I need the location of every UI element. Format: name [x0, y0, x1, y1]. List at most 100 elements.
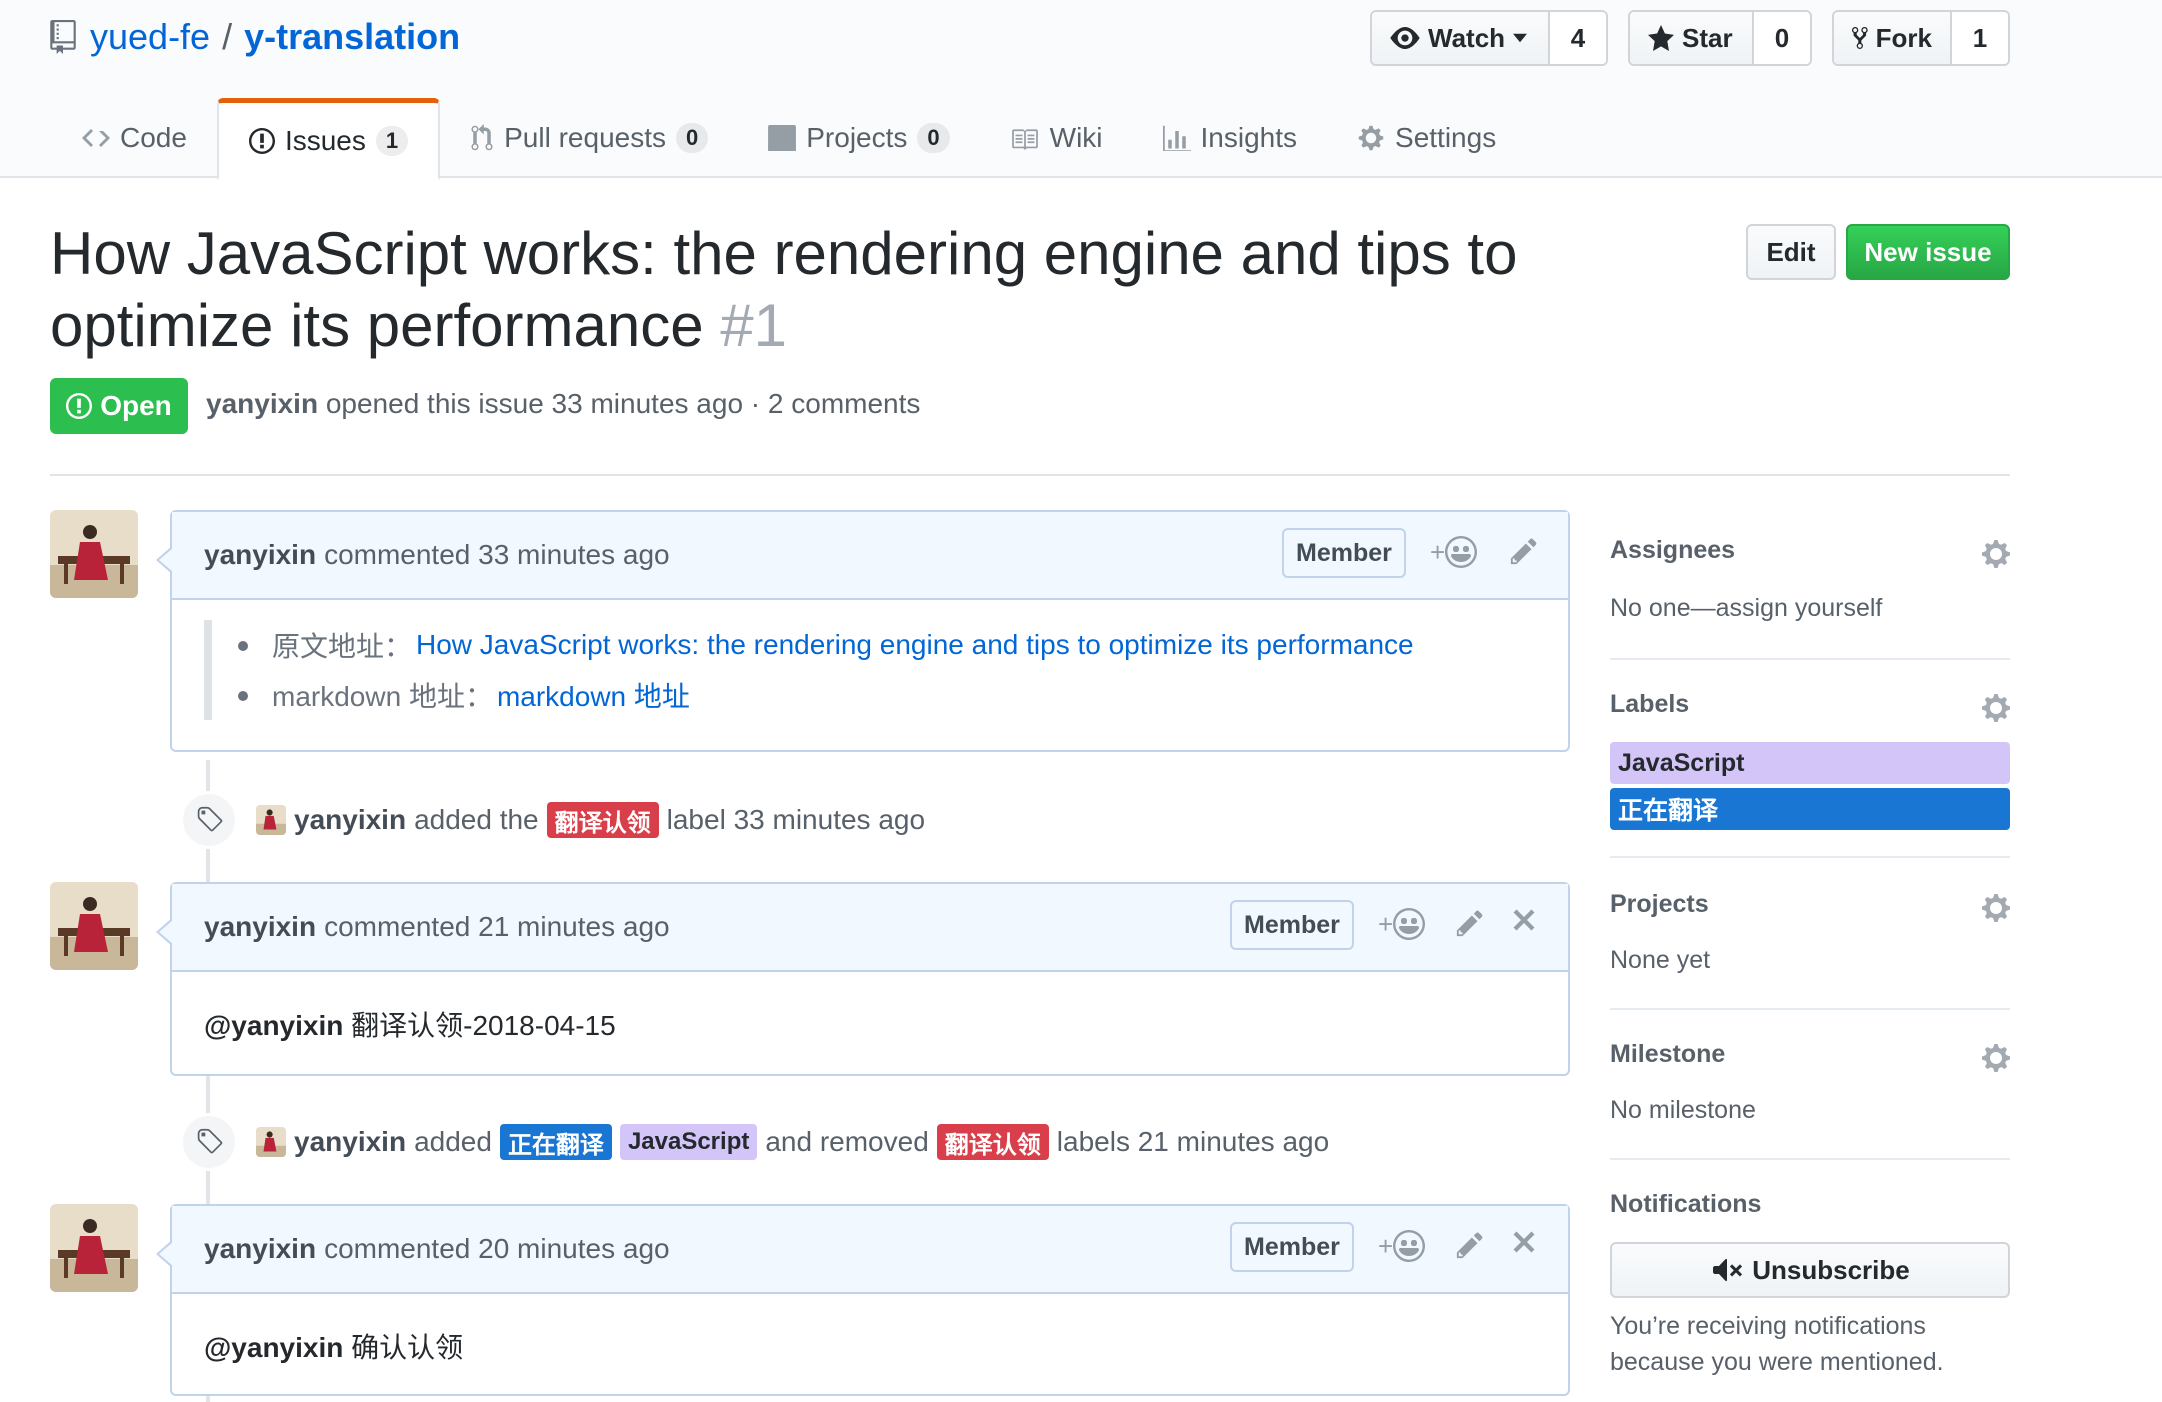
unsubscribe-button[interactable]: Unsubscribe [1610, 1242, 2010, 1298]
gear-icon[interactable] [1982, 1042, 2010, 1074]
gear-icon[interactable] [1982, 538, 2010, 570]
pencil-icon [1456, 910, 1483, 937]
avatar-image [50, 510, 138, 598]
repo-name-link[interactable]: y-translation [244, 16, 460, 58]
watch-count[interactable]: 4 [1550, 12, 1606, 64]
blockquote: 原文地址： How JavaScript works: the renderin… [204, 620, 1536, 720]
comment: yanyixin commented 20 minutes ago Member… [156, 1204, 1570, 1396]
label-badge[interactable]: JavaScript [619, 1124, 758, 1160]
avatar[interactable] [50, 510, 138, 598]
tab-projects[interactable]: Projects 0 [738, 98, 979, 178]
fork-action: Fork 1 [1832, 10, 2010, 66]
tab-wiki[interactable]: Wiki [980, 98, 1133, 178]
fork-button[interactable]: Fork [1834, 12, 1952, 64]
eye-icon [1390, 27, 1420, 49]
smiley-icon [1393, 1230, 1426, 1262]
comment-author-link[interactable]: yanyixin [204, 539, 316, 571]
add-reaction-button[interactable]: + [1430, 536, 1478, 568]
mute-icon [1713, 1258, 1743, 1282]
milestone-value: No milestone [1610, 1096, 1756, 1124]
comment-header: yanyixin commented 33 minutes ago Member… [156, 512, 1568, 600]
label-badge[interactable]: 正在翻译 [499, 1124, 612, 1160]
issue-author-link[interactable]: yanyixin [206, 388, 318, 419]
notification-reason: You’re receiving notifications because y… [1610, 1308, 2010, 1380]
original-article-link[interactable]: How JavaScript works: the rendering engi… [416, 629, 1414, 661]
issue-meta: yanyixin opened this issue 33 minutes ag… [206, 388, 920, 420]
book-icon [1011, 129, 1038, 150]
edit-comment-button[interactable] [1456, 908, 1484, 938]
issue-number: #1 [720, 292, 788, 359]
watch-label: Watch [1428, 22, 1506, 53]
timeline-event: yanyixin added the 翻译认领 label 33 minutes… [180, 790, 925, 850]
close-icon [1513, 909, 1535, 931]
pull-requests-counter: 0 [676, 123, 709, 153]
add-reaction-button[interactable]: + [1378, 1230, 1426, 1262]
gear-icon[interactable] [1982, 692, 2010, 724]
repo-nav: Code Issues 1 Pull requests 0 Projects 0… [60, 98, 1526, 180]
sidebar-labels: Labels JavaScript 正在翻译 [1610, 690, 2010, 858]
repo-owner-link[interactable]: yued-fe [90, 16, 210, 58]
caret-down-icon [1513, 33, 1528, 43]
delete-comment-button[interactable] [1512, 1230, 1536, 1254]
tab-insights[interactable]: Insights [1133, 98, 1328, 178]
avatar[interactable] [256, 1127, 286, 1157]
sidebar-label-translating[interactable]: 正在翻译 [1610, 788, 2010, 830]
issue-opened-icon [248, 127, 275, 154]
label-badge[interactable]: 翻译认领 [936, 1124, 1049, 1160]
issues-counter: 1 [375, 125, 409, 156]
tab-pull-requests[interactable]: Pull requests 0 [440, 98, 738, 178]
event-time[interactable]: label 33 minutes ago [667, 804, 925, 836]
avatar[interactable] [256, 805, 286, 835]
add-reaction-button[interactable]: + [1378, 908, 1426, 940]
tag-icon [197, 1128, 223, 1154]
star-action: Star 0 [1628, 10, 1812, 66]
event-actor-link[interactable]: yanyixin [294, 1126, 406, 1158]
tab-wiki-label: Wiki [1049, 122, 1103, 153]
comment-timestamp[interactable]: commented 21 minutes ago [324, 911, 670, 943]
unsubscribe-label: Unsubscribe [1752, 1254, 1910, 1285]
comment-author-link[interactable]: yanyixin [204, 1233, 316, 1265]
event-text: added [414, 1126, 492, 1157]
avatar[interactable] [50, 882, 138, 970]
edit-button[interactable]: Edit [1746, 224, 1836, 280]
edit-comment-button[interactable] [1456, 1230, 1484, 1260]
fork-count[interactable]: 1 [1952, 12, 2008, 64]
tab-code[interactable]: Code [60, 98, 217, 178]
tab-issues[interactable]: Issues 1 [216, 98, 441, 180]
repo-icon [50, 20, 76, 54]
avatar[interactable] [50, 1204, 138, 1292]
tab-projects-label: Projects [806, 122, 908, 153]
timeline-event: yanyixin added 正在翻译 JavaScript and remov… [180, 1112, 1329, 1172]
user-mention[interactable]: @yanyixin [204, 1010, 343, 1041]
comment-timestamp[interactable]: commented 33 minutes ago [324, 539, 670, 571]
comment: yanyixin commented 21 minutes ago Member… [156, 882, 1570, 1076]
watch-button[interactable]: Watch [1372, 12, 1550, 64]
notifications-heading: Notifications [1610, 1190, 1762, 1218]
labels-heading: Labels [1610, 690, 1690, 718]
user-mention[interactable]: @yanyixin [204, 1332, 343, 1363]
comment-author-link[interactable]: yanyixin [204, 911, 316, 943]
event-actor-link[interactable]: yanyixin [294, 804, 406, 836]
status-badge: Open [50, 378, 188, 434]
gear-icon[interactable] [1982, 892, 2010, 924]
sidebar-label-javascript[interactable]: JavaScript [1610, 742, 2010, 784]
avatar-image [256, 1127, 286, 1157]
delete-comment-button[interactable] [1512, 908, 1536, 932]
issue-title: How JavaScript works: the rendering engi… [50, 218, 1610, 362]
member-badge: Member [1282, 528, 1406, 578]
tab-settings[interactable]: Settings [1327, 98, 1526, 178]
issue-meta-text: opened this issue 33 minutes ago · 2 com… [325, 388, 921, 419]
new-issue-button[interactable]: New issue [1846, 224, 2010, 280]
pencil-icon [1456, 1232, 1483, 1259]
event-time[interactable]: labels 21 minutes ago [1057, 1126, 1329, 1158]
star-button[interactable]: Star [1630, 12, 1754, 64]
markdown-link[interactable]: markdown 地址 [497, 675, 690, 715]
label-badge[interactable]: 翻译认领 [546, 802, 659, 838]
repo-separator: / [222, 16, 233, 57]
star-count[interactable]: 0 [1754, 12, 1810, 64]
edit-comment-button[interactable] [1510, 536, 1538, 566]
assign-yourself-link[interactable]: No one—assign yourself [1610, 594, 1882, 623]
comment-timestamp[interactable]: commented 20 minutes ago [324, 1233, 670, 1265]
milestone-heading: Milestone [1610, 1040, 1726, 1068]
assignees-heading: Assignees [1610, 536, 1736, 564]
